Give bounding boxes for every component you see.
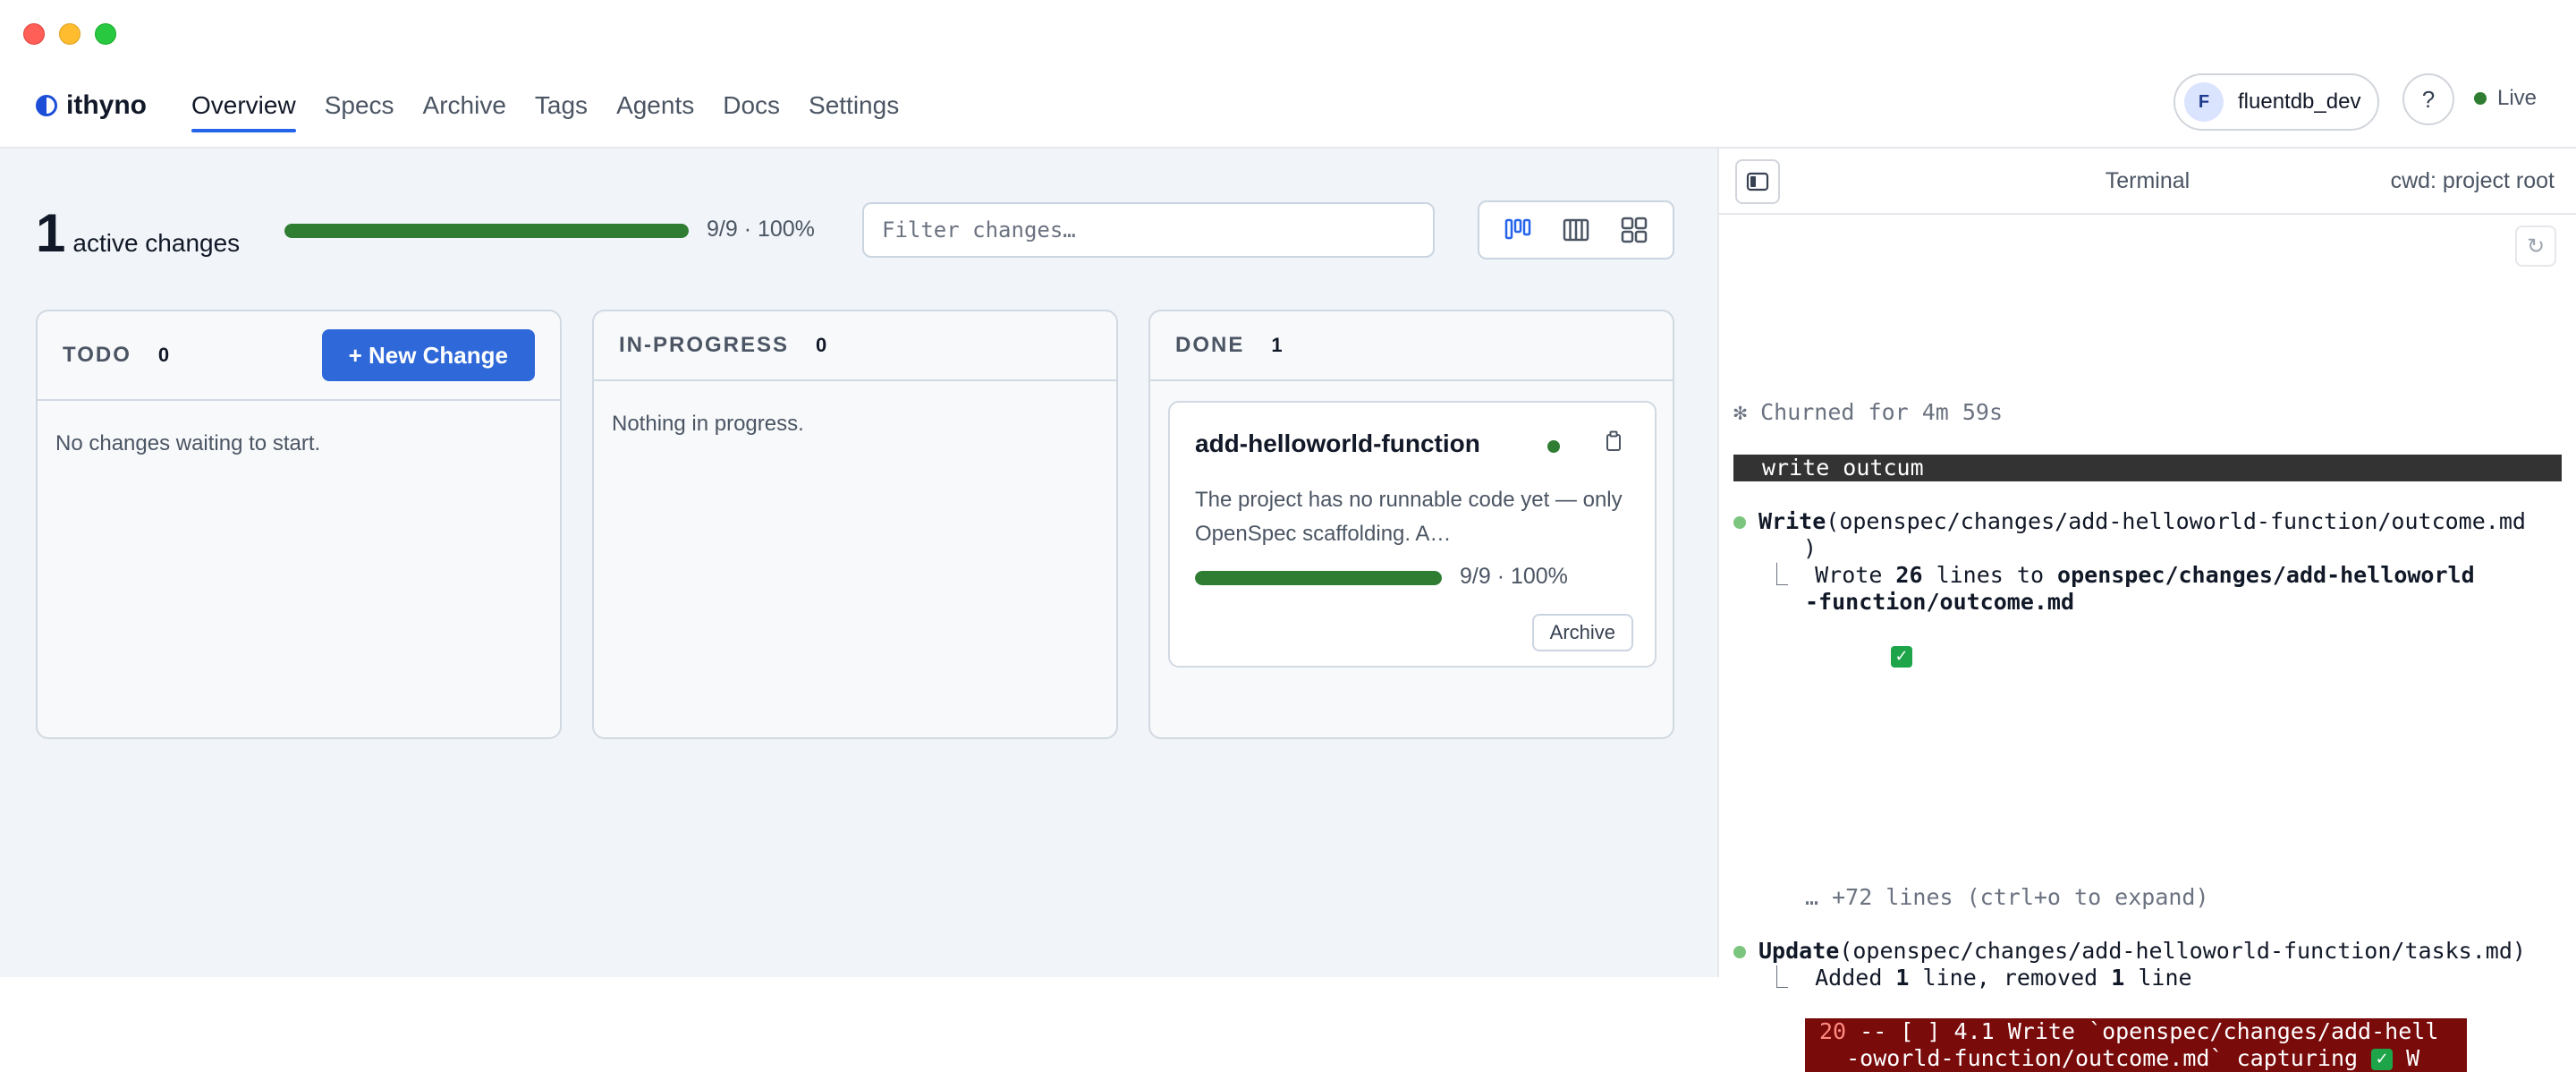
overview-board: 1 active changes 9/9 · 100% TODO 0 + New… — [0, 149, 1717, 977]
tool-args: (openspec/changes/add-helloworld-functio… — [1826, 508, 2526, 534]
terminal-line-update: Update(openspec/changes/add-helloworld-f… — [1733, 938, 2526, 965]
overall-progress-text: 9/9 · 100% — [707, 217, 815, 242]
terminal-header: Terminal cwd: project root — [1719, 149, 2576, 215]
tool-bullet-icon — [1733, 516, 1746, 529]
terminal-line-write-close: ) — [1803, 535, 1818, 561]
column-todo: TODO 0 + New Change No changes waiting t… — [36, 310, 562, 739]
active-changes-count: 1 — [36, 203, 66, 263]
filter-changes-input[interactable] — [862, 202, 1435, 258]
nav-tags[interactable]: Tags — [521, 81, 602, 132]
live-status-dot-icon — [2474, 92, 2487, 105]
tool-name: Write — [1758, 508, 1826, 534]
terminal-check-icon: ✓ — [1891, 642, 1912, 669]
columns-view-icon[interactable] — [1556, 210, 1596, 250]
grid-view-icon[interactable] — [1614, 210, 1654, 250]
status-dot-icon — [1547, 440, 1560, 453]
terminal-line-write: Write(openspec/changes/add-helloworld-fu… — [1733, 508, 2526, 535]
terminal-cwd: cwd: project root — [2390, 168, 2555, 193]
top-nav: ithyno Overview Specs Archive Tags Agent… — [0, 64, 2576, 149]
terminal-line-wrote: ⎿ Wrote 26 lines to openspec/changes/add… — [1766, 562, 2475, 588]
nav-agents[interactable]: Agents — [602, 81, 708, 132]
copy-icon[interactable] — [1603, 430, 1624, 453]
tool-bullet-icon — [1733, 946, 1746, 958]
tool-name: Update — [1758, 938, 1840, 964]
terminal-line-churned: ✻ Churned for 4m 59s — [1733, 399, 2004, 425]
column-header: DONE 1 — [1150, 311, 1673, 381]
column-done: DONE 1 add-helloworld-function The proje… — [1148, 310, 1674, 739]
main-nav: Overview Specs Archive Tags Agents Docs … — [191, 81, 913, 132]
empty-state-text: Nothing in progress. — [612, 412, 804, 436]
new-change-button[interactable]: + New Change — [321, 329, 535, 381]
column-title: IN-PROGRESS — [619, 333, 790, 357]
change-progress-bar — [1195, 571, 1442, 585]
close-window-button[interactable] — [23, 23, 45, 45]
avatar: F — [2184, 82, 2224, 122]
active-changes-summary: 1 active changes — [36, 202, 240, 264]
maximize-window-button[interactable] — [95, 23, 116, 45]
active-changes-label: active changes — [72, 229, 241, 257]
window-titlebar — [0, 0, 2576, 64]
user-name: fluentdb_dev — [2238, 89, 2361, 114]
terminal-expand-hint[interactable]: … +72 lines (ctrl+o to expand) — [1805, 884, 2209, 911]
empty-state-text: No changes waiting to start. — [55, 431, 321, 455]
live-status-label: Live — [2497, 86, 2538, 110]
terminal-line-wrote-cont: -function/outcome.md — [1805, 589, 2075, 615]
tool-args: (openspec/changes/add-helloworld-functio… — [1839, 938, 2526, 964]
archive-button[interactable]: Archive — [1531, 614, 1633, 651]
column-in-progress: IN-PROGRESS 0 Nothing in progress. — [592, 310, 1118, 739]
column-title: TODO — [63, 343, 131, 367]
column-count: 1 — [1271, 334, 1283, 356]
change-card-title[interactable]: add-helloworld-function — [1195, 430, 1480, 458]
brand[interactable]: ithyno — [36, 84, 147, 127]
column-count: 0 — [816, 334, 827, 356]
column-title: DONE — [1175, 333, 1245, 357]
help-button[interactable]: ? — [2402, 73, 2454, 125]
nav-docs[interactable]: Docs — [708, 81, 794, 132]
nav-archive[interactable]: Archive — [409, 81, 521, 132]
nav-settings[interactable]: Settings — [794, 81, 913, 132]
minimize-window-button[interactable] — [59, 23, 80, 45]
change-card-description: The project has no runnable code yet — o… — [1195, 488, 1623, 546]
board-view-icon[interactable] — [1498, 210, 1538, 250]
change-progress-text: 9/9 · 100% — [1460, 564, 1568, 589]
live-status: Live — [2474, 86, 2537, 111]
overall-progress-fill — [284, 224, 689, 238]
column-header: TODO 0 + New Change — [38, 311, 560, 401]
column-header: IN-PROGRESS 0 — [594, 311, 1116, 381]
nav-overview[interactable]: Overview — [191, 81, 310, 132]
terminal-diff-removed: 20 -- [ ] 4.1 Write `openspec/changes/ad… — [1805, 1018, 2467, 1072]
sidebar-toggle-icon[interactable] — [1735, 159, 1780, 204]
refresh-icon[interactable]: ↻ — [2515, 225, 2556, 267]
column-count: 0 — [157, 344, 170, 366]
brand-name: ithyno — [66, 90, 147, 120]
change-card[interactable]: add-helloworld-function The project has … — [1168, 401, 1657, 668]
change-progress-fill — [1195, 571, 1442, 585]
terminal-prompt-line[interactable]: write outcum — [1733, 455, 2562, 481]
terminal-panel: Terminal cwd: project root ↻ ✻ Churned f… — [1717, 149, 2576, 1072]
nav-specs[interactable]: Specs — [310, 81, 409, 132]
view-toggle-group — [1478, 200, 1674, 259]
overall-progress-bar — [284, 224, 689, 238]
user-menu-button[interactable]: F fluentdb_dev — [2174, 73, 2379, 131]
terminal-line-added: ⎿ Added 1 line, removed 1 line — [1766, 965, 2192, 991]
half-circle-logo-icon — [36, 95, 57, 116]
